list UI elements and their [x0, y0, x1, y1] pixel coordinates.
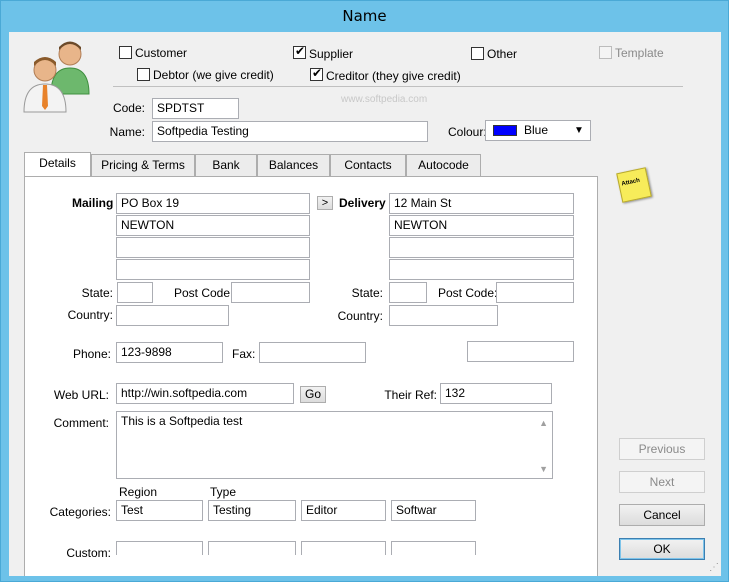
cancel-button[interactable]: Cancel: [619, 504, 705, 526]
extra-phone-field[interactable]: [467, 341, 574, 362]
tab-details[interactable]: Details: [24, 152, 91, 176]
debtor-label: Debtor (we give credit): [153, 68, 274, 82]
customer-checkbox[interactable]: [119, 46, 132, 59]
custom-label: Custom:: [66, 546, 111, 560]
category-field-2[interactable]: Testing: [208, 500, 296, 521]
theirref-label: Their Ref:: [384, 388, 437, 402]
supplier-label: Supplier: [309, 47, 354, 61]
creditor-label: Creditor (they give credit): [326, 69, 461, 83]
watermark-text: www.softpedia.com: [341, 94, 428, 105]
colour-swatch: [493, 125, 517, 136]
comment-scroll-up-icon[interactable]: ▲: [539, 414, 548, 433]
template-checkbox[interactable]: [599, 46, 612, 59]
phone-field[interactable]: 123-9898: [116, 342, 223, 363]
tab-bank[interactable]: Bank: [195, 154, 257, 176]
debtor-checkbox[interactable]: [137, 68, 150, 81]
custom-field-2[interactable]: [208, 541, 296, 555]
theirref-field[interactable]: 132: [440, 383, 552, 404]
header-separator: [113, 86, 683, 87]
other-label: Other: [487, 47, 518, 61]
next-button[interactable]: Next: [619, 471, 705, 493]
category-field-3[interactable]: Editor: [301, 500, 386, 521]
category-header-region: Region: [119, 485, 158, 499]
code-field[interactable]: SPDTST: [152, 98, 239, 119]
comment-label: Comment:: [53, 416, 109, 430]
tab-balances[interactable]: Balances: [257, 154, 330, 176]
mailing-postcode-label: Post Code:: [174, 286, 234, 300]
mailing-state-field[interactable]: [117, 282, 153, 303]
template-label: Template: [615, 46, 664, 60]
supplier-checkbox[interactable]: ✔: [293, 44, 306, 59]
delivery-country-field[interactable]: [389, 305, 498, 326]
mailing-state-label: State:: [81, 286, 113, 300]
delivery-line-3[interactable]: [389, 237, 574, 258]
colour-value: Blue: [524, 123, 549, 137]
phone-label: Phone:: [72, 347, 111, 361]
delivery-line-1[interactable]: 12 Main St: [389, 193, 574, 214]
go-button[interactable]: Go: [300, 386, 326, 403]
custom-field-4[interactable]: [391, 541, 476, 555]
delivery-state-field[interactable]: [389, 282, 427, 303]
fax-field[interactable]: [259, 342, 366, 363]
delivery-label: Delivery: [339, 196, 386, 210]
colour-select[interactable]: Blue ▼: [485, 120, 591, 141]
chevron-down-icon: ▼: [574, 125, 584, 136]
other-checkbox[interactable]: [471, 47, 484, 60]
copy-address-button[interactable]: >: [317, 196, 333, 210]
previous-button[interactable]: Previous: [619, 438, 705, 460]
colour-label: Colour:: [448, 125, 487, 139]
mailing-country-field[interactable]: [116, 305, 229, 326]
comment-scroll-down-icon[interactable]: ▼: [539, 460, 548, 478]
creditor-checkbox[interactable]: ✔: [310, 66, 323, 81]
attach-note-text: Attach: [621, 177, 641, 188]
custom-field-3[interactable]: [301, 541, 386, 555]
ok-button[interactable]: OK: [619, 538, 705, 560]
name-dialog-window: Name Customer ✔ Supplier Other Template …: [0, 0, 729, 582]
comment-field[interactable]: This is a Softpedia test ▲ ▼: [116, 411, 553, 479]
code-label: Code:: [112, 101, 145, 115]
mailing-postcode-field[interactable]: [231, 282, 310, 303]
category-field-4[interactable]: Softwar: [391, 500, 476, 521]
tab-contacts[interactable]: Contacts: [330, 154, 406, 176]
name-field[interactable]: Softpedia Testing: [152, 121, 428, 142]
category-header-type: Type: [210, 485, 237, 499]
tab-autocode[interactable]: Autocode: [406, 154, 481, 176]
mailing-country-label: Country:: [67, 308, 113, 322]
delivery-postcode-label: Post Code:: [438, 286, 498, 300]
supplier-checkmark: ✔: [295, 44, 306, 58]
delivery-state-label: State:: [351, 286, 383, 300]
delivery-country-label: Country:: [337, 309, 383, 323]
mailing-line-3[interactable]: [116, 237, 310, 258]
category-field-1[interactable]: Test: [116, 500, 203, 521]
categories-label: Categories:: [49, 505, 111, 519]
attach-note-icon[interactable]: Attach: [616, 167, 652, 203]
mailing-line-2[interactable]: NEWTON: [116, 215, 310, 236]
tab-pricing-terms[interactable]: Pricing & Terms: [91, 154, 195, 176]
fax-label: Fax:: [232, 347, 256, 361]
mailing-line-1[interactable]: PO Box 19: [116, 193, 310, 214]
customer-label: Customer: [135, 46, 188, 60]
weburl-label: Web URL:: [53, 388, 109, 402]
window-title: Name: [342, 7, 387, 25]
mailing-line-4[interactable]: [116, 259, 310, 280]
delivery-line-2[interactable]: NEWTON: [389, 215, 574, 236]
contact-people-icon: [21, 38, 93, 114]
weburl-field[interactable]: http://win.softpedia.com: [116, 383, 294, 404]
comment-text: This is a Softpedia test: [121, 414, 243, 428]
resize-grip-icon[interactable]: ⋰: [709, 562, 719, 573]
custom-field-1[interactable]: [116, 541, 203, 555]
delivery-line-4[interactable]: [389, 259, 574, 280]
creditor-checkmark: ✔: [312, 66, 323, 80]
mailing-label: Mailing: [72, 196, 114, 210]
delivery-postcode-field[interactable]: [496, 282, 574, 303]
name-label: Name:: [109, 125, 145, 139]
dialog-client-area: Customer ✔ Supplier Other Template Debto…: [9, 32, 721, 576]
